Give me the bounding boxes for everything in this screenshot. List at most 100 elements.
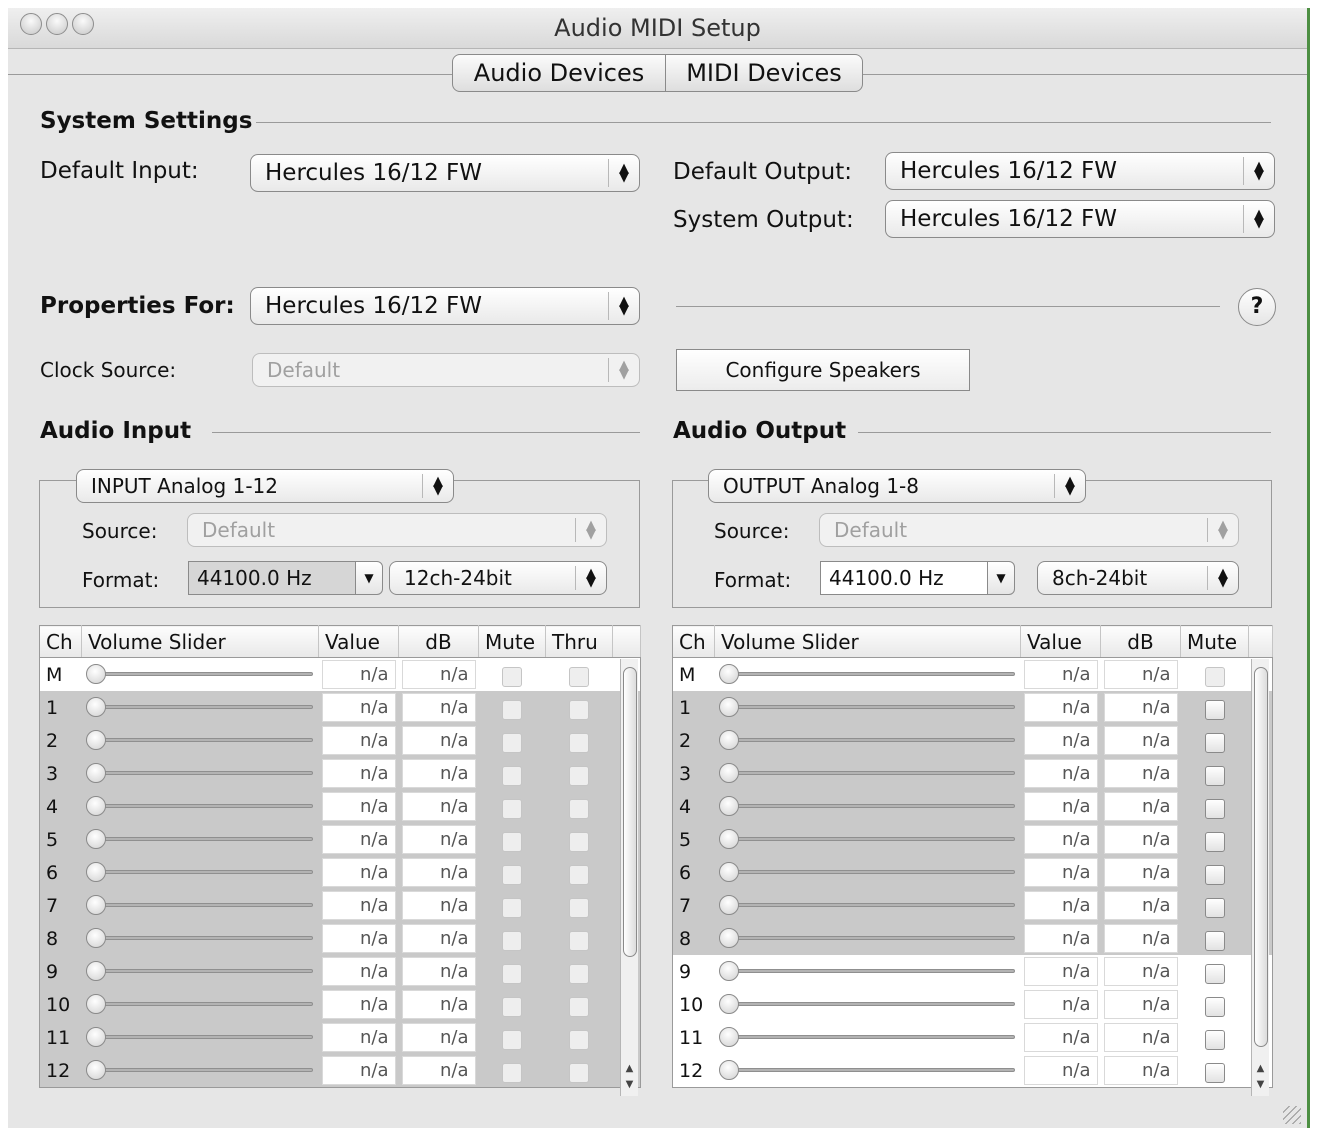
volume-slider[interactable]	[714, 790, 1021, 823]
slider-knob[interactable]	[85, 730, 106, 750]
volume-slider[interactable]	[81, 856, 319, 889]
volume-slider[interactable]	[81, 1021, 319, 1054]
slider-knob[interactable]	[85, 862, 106, 882]
volume-slider[interactable]	[81, 955, 319, 988]
volume-slider[interactable]	[81, 757, 319, 790]
configure-speakers-button[interactable]: Configure Speakers	[676, 349, 970, 391]
mute-checkbox[interactable]	[1204, 865, 1225, 885]
scroll-up-arrow-icon[interactable]: ▲	[621, 1063, 638, 1074]
scroll-thumb[interactable]	[623, 667, 637, 957]
volume-slider[interactable]	[81, 823, 319, 856]
output-stream-popup[interactable]: OUTPUT Analog 1-8 ▲ ▼	[708, 469, 1086, 503]
volume-slider[interactable]	[81, 988, 319, 1021]
slider-knob[interactable]	[718, 862, 739, 882]
output-rate-field[interactable]: 44100.0 Hz	[820, 561, 988, 595]
properties-for-popup[interactable]: Hercules 16/12 FW ▲ ▼	[250, 287, 640, 325]
mute-checkbox[interactable]	[1204, 1030, 1225, 1050]
volume-slider[interactable]	[714, 724, 1021, 757]
input-table-scrollbar[interactable]: ▲ ▼	[620, 659, 638, 1096]
slider-knob[interactable]	[718, 796, 739, 816]
slider-knob[interactable]	[85, 928, 106, 948]
tab-audio-devices[interactable]: Audio Devices	[452, 54, 666, 92]
volume-slider[interactable]	[715, 955, 1021, 988]
volume-slider[interactable]	[81, 889, 319, 922]
volume-slider[interactable]	[81, 691, 319, 724]
mute-checkbox[interactable]	[1204, 931, 1225, 951]
slider-knob[interactable]	[718, 1027, 739, 1047]
tab-midi-devices[interactable]: MIDI Devices	[665, 54, 863, 92]
volume-slider[interactable]	[81, 922, 319, 955]
column-header[interactable]: Volume Slider	[81, 625, 319, 658]
column-header[interactable]: Ch	[39, 625, 82, 658]
scroll-thumb[interactable]	[1254, 667, 1268, 1047]
column-header[interactable]: Volume Slider	[714, 625, 1021, 658]
slider-knob[interactable]	[85, 1027, 106, 1047]
slider-knob[interactable]	[718, 961, 739, 981]
slider-knob[interactable]	[85, 994, 106, 1014]
slider-knob[interactable]	[718, 664, 739, 684]
volume-slider[interactable]	[715, 658, 1021, 692]
column-header[interactable]: Value	[1020, 625, 1101, 658]
scroll-up-arrow-icon[interactable]: ▲	[1252, 1063, 1269, 1074]
slider-knob[interactable]	[85, 895, 106, 915]
mute-checkbox[interactable]	[1204, 733, 1225, 753]
volume-slider[interactable]	[715, 988, 1021, 1021]
mute-checkbox[interactable]	[1204, 898, 1225, 918]
slider-knob[interactable]	[85, 829, 106, 849]
volume-slider[interactable]	[81, 1054, 319, 1088]
volume-slider[interactable]	[714, 922, 1021, 955]
slider-knob[interactable]	[85, 763, 106, 783]
volume-slider[interactable]	[81, 790, 319, 823]
slider-knob[interactable]	[718, 697, 739, 717]
slider-knob[interactable]	[85, 1060, 106, 1080]
volume-slider[interactable]	[82, 658, 319, 692]
volume-slider[interactable]	[714, 889, 1021, 922]
slider-knob[interactable]	[718, 1060, 739, 1080]
scroll-down-arrow-icon[interactable]: ▼	[621, 1079, 638, 1090]
volume-slider[interactable]	[714, 823, 1021, 856]
column-header[interactable]: Mute	[1180, 625, 1249, 658]
mute-checkbox[interactable]	[1204, 964, 1225, 984]
volume-slider[interactable]	[714, 856, 1021, 889]
mute-checkbox[interactable]	[1204, 997, 1225, 1017]
output-bits-popup[interactable]: 8ch-24bit ▲ ▼	[1037, 561, 1239, 595]
volume-slider[interactable]	[81, 724, 319, 757]
mute-checkbox[interactable]	[1204, 832, 1225, 852]
mute-checkbox[interactable]	[1204, 799, 1225, 819]
default-input-popup[interactable]: Hercules 16/12 FW ▲ ▼	[250, 154, 640, 192]
slider-knob[interactable]	[718, 994, 739, 1014]
input-stream-popup[interactable]: INPUT Analog 1-12 ▲ ▼	[76, 469, 454, 503]
mute-checkbox[interactable]	[1204, 1063, 1225, 1083]
column-header[interactable]: Value	[318, 625, 399, 658]
input-rate-field[interactable]: 44100.0 Hz	[188, 561, 356, 595]
column-header[interactable]: Mute	[478, 625, 546, 658]
default-output-popup[interactable]: Hercules 16/12 FW ▲ ▼	[885, 152, 1275, 190]
slider-knob[interactable]	[718, 730, 739, 750]
slider-knob[interactable]	[85, 697, 106, 717]
resize-grip-icon[interactable]	[1283, 1106, 1301, 1124]
slider-knob[interactable]	[85, 961, 106, 981]
column-header[interactable]: dB	[398, 625, 479, 658]
slider-knob[interactable]	[718, 895, 739, 915]
slider-knob[interactable]	[85, 796, 106, 816]
scroll-down-arrow-icon[interactable]: ▼	[1252, 1079, 1269, 1090]
slider-knob[interactable]	[718, 829, 739, 849]
input-bits-popup[interactable]: 12ch-24bit ▲ ▼	[389, 561, 607, 595]
volume-slider[interactable]	[715, 1054, 1021, 1088]
volume-slider[interactable]	[714, 757, 1021, 790]
column-header[interactable]: Thru	[545, 625, 613, 658]
volume-slider[interactable]	[714, 691, 1021, 724]
volume-slider[interactable]	[715, 1021, 1021, 1054]
mute-checkbox[interactable]	[1204, 700, 1225, 720]
mute-checkbox[interactable]	[1204, 766, 1225, 786]
output-rate-dropdown[interactable]: ▼	[987, 561, 1015, 595]
help-button[interactable]: ?	[1238, 288, 1276, 326]
output-table-scrollbar[interactable]: ▲ ▼	[1251, 659, 1269, 1096]
input-rate-dropdown[interactable]: ▼	[355, 561, 383, 595]
slider-knob[interactable]	[718, 928, 739, 948]
column-header[interactable]: dB	[1100, 625, 1181, 658]
slider-knob[interactable]	[85, 664, 106, 684]
column-header[interactable]: Ch	[672, 625, 715, 658]
system-output-popup[interactable]: Hercules 16/12 FW ▲ ▼	[885, 200, 1275, 238]
slider-knob[interactable]	[718, 763, 739, 783]
